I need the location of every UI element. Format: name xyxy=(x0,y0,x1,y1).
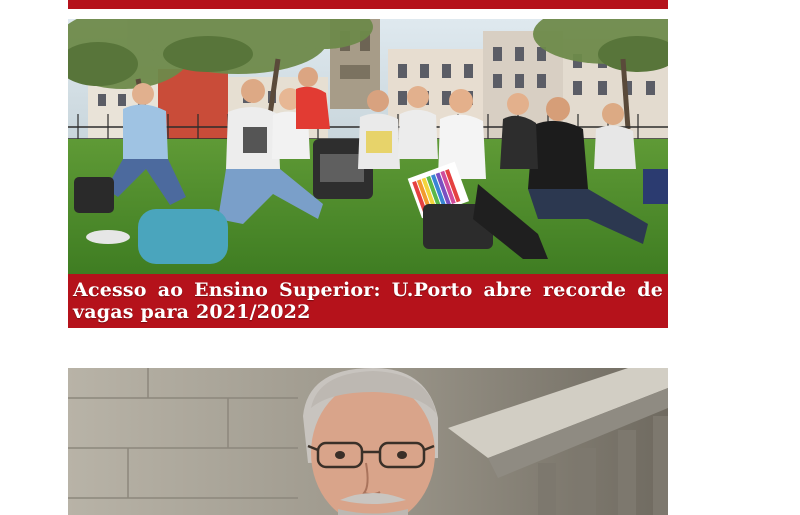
students-on-lawn-photo[interactable] xyxy=(68,19,668,274)
news-feed: Acesso ao Ensino Superior: U.Porto abre … xyxy=(0,0,800,515)
news-card[interactable]: Acesso ao Ensino Superior: U.Porto abre … xyxy=(68,19,668,328)
previous-article-caption-bar[interactable] xyxy=(68,0,668,9)
news-card[interactable] xyxy=(68,368,668,515)
professor-portrait-photo[interactable] xyxy=(68,368,668,515)
news-card-title[interactable]: Acesso ao Ensino Superior: U.Porto abre … xyxy=(68,274,668,328)
